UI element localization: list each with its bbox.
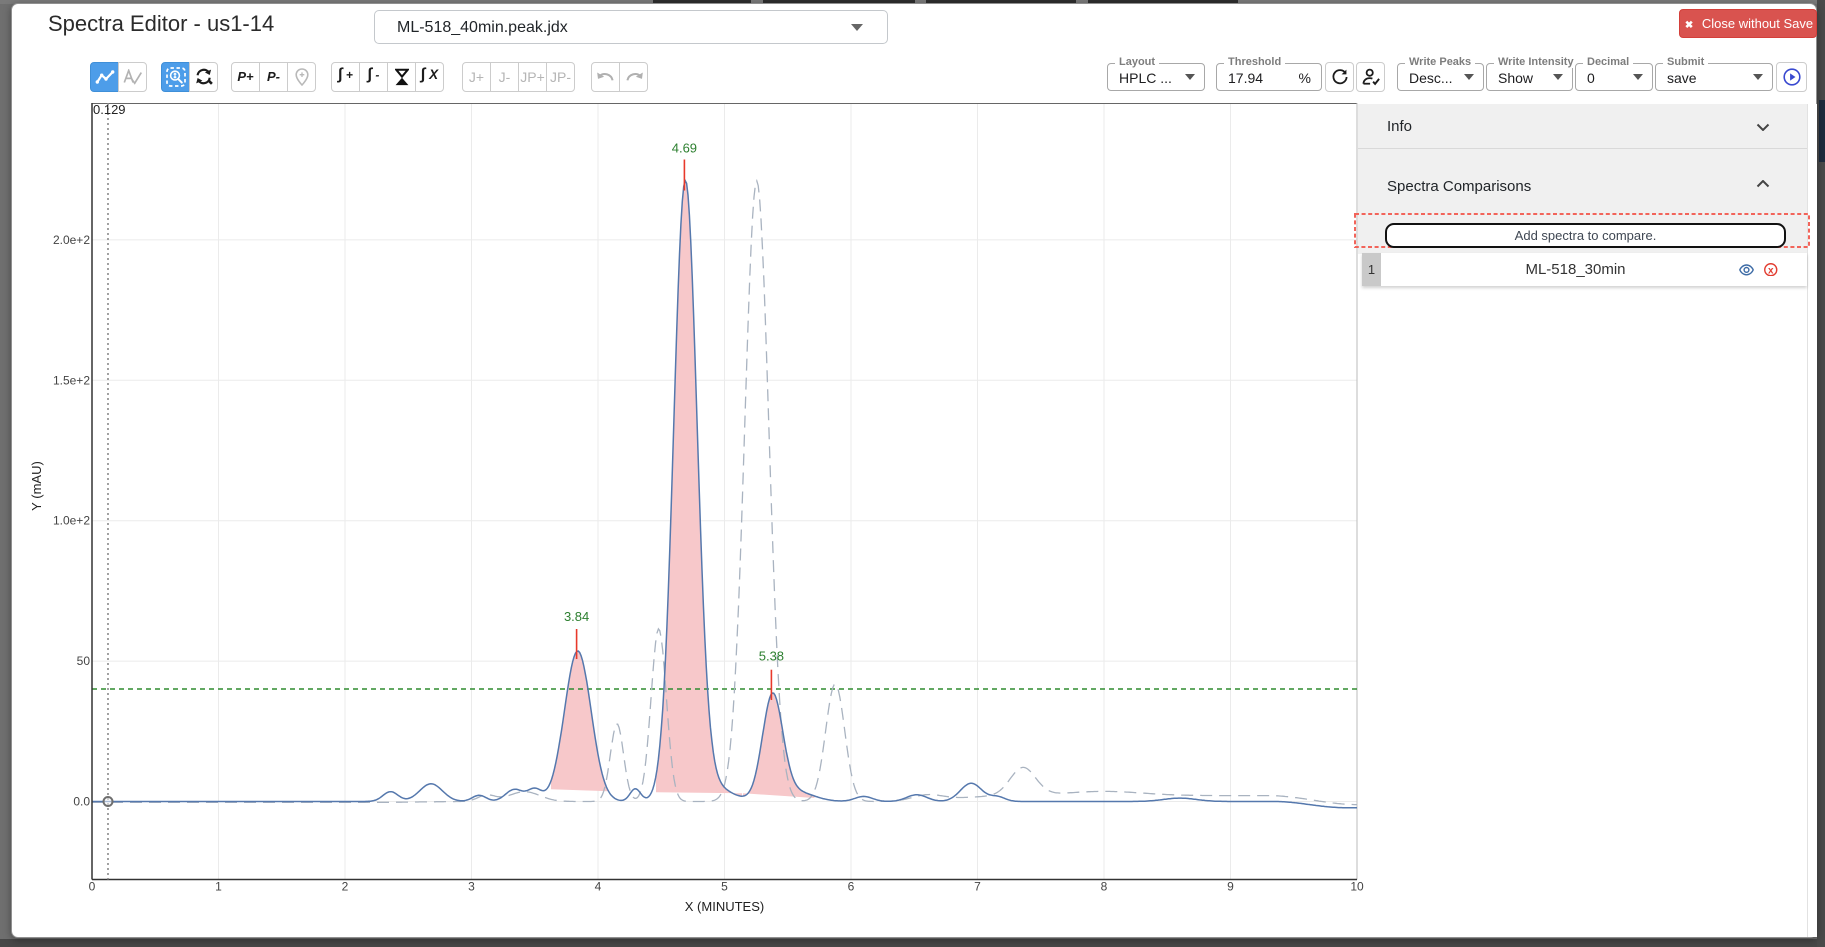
svg-text:1.0e+2: 1.0e+2 — [53, 514, 90, 528]
svg-text:5: 5 — [721, 880, 728, 894]
svg-text:4.69: 4.69 — [672, 141, 697, 156]
svg-text:8: 8 — [1101, 880, 1108, 894]
svg-text:x: x — [1768, 265, 1774, 276]
svg-text:1.5e+2: 1.5e+2 — [53, 373, 90, 387]
svg-text:0: 0 — [89, 880, 96, 894]
svg-text:9: 9 — [1227, 880, 1234, 894]
svg-text:0.0: 0.0 — [73, 795, 90, 809]
svg-text:7: 7 — [974, 880, 981, 894]
svg-text:4: 4 — [595, 880, 602, 894]
svg-text:6: 6 — [848, 880, 855, 894]
svg-text:3: 3 — [468, 880, 475, 894]
svg-text:2: 2 — [342, 880, 349, 894]
svg-text:2.0e+2: 2.0e+2 — [53, 233, 90, 247]
svg-text:1: 1 — [215, 880, 222, 894]
svg-text:50: 50 — [77, 654, 91, 668]
svg-text:5.38: 5.38 — [759, 649, 784, 664]
svg-text:Y (mAU): Y (mAU) — [29, 461, 44, 511]
svg-text:X (MINUTES): X (MINUTES) — [685, 899, 764, 914]
svg-text:3.84: 3.84 — [564, 609, 589, 624]
svg-text:10: 10 — [1350, 880, 1364, 894]
svg-text:0.129: 0.129 — [93, 102, 126, 117]
